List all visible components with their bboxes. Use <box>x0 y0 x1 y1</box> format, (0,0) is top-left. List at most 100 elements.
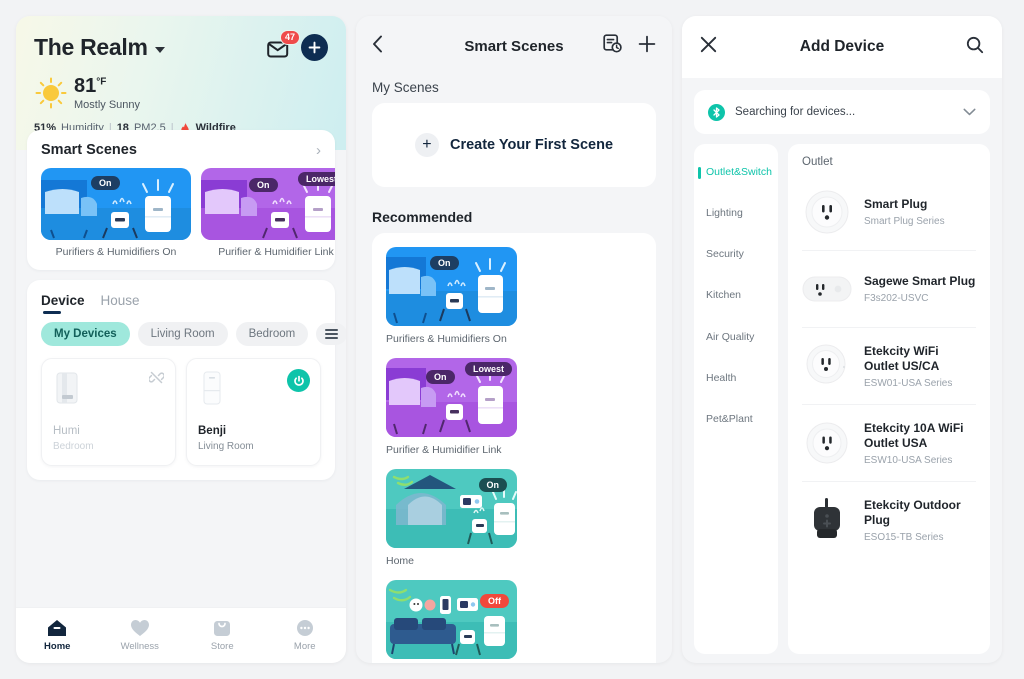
chevron-right-icon[interactable]: › <box>316 143 321 158</box>
round-outlet-icon <box>802 341 852 391</box>
outdoor-plug-icon <box>802 495 852 545</box>
search-status-text: Searching for devices... <box>735 106 856 118</box>
chevron-down-icon[interactable] <box>154 47 165 53</box>
product-text: Etekcity 10A WiFi Outlet USA ESW10-USA S… <box>864 421 976 466</box>
scenes-header-actions <box>603 34 656 58</box>
add-scene-button[interactable] <box>638 35 656 58</box>
scene-badge: On <box>478 478 507 492</box>
product-series: ESW01-USA Series <box>864 377 953 389</box>
category-air-quality[interactable]: Air Quality <box>694 317 778 358</box>
add-button[interactable] <box>301 34 328 61</box>
room-filter-chips[interactable]: My Devices Living Room Bedroom <box>27 314 346 346</box>
device-tile-benji[interactable]: Benji Living Room <box>186 358 321 466</box>
device-name: Humi <box>53 425 80 437</box>
scene-label: Purifiers & Humidifiers On <box>55 246 177 258</box>
recommended-scene[interactable]: On Home <box>386 469 517 567</box>
category-kitchen[interactable]: Kitchen <box>694 275 778 316</box>
smart-scenes-card[interactable]: Smart Scenes › On Purifiers & Humidifier… <box>27 130 335 270</box>
tab-home[interactable]: Home <box>16 619 99 652</box>
temp-unit: °F <box>96 76 107 88</box>
smart-scenes-card-head[interactable]: Smart Scenes › <box>27 142 335 168</box>
home-title-row: The Realm 47 <box>34 29 328 61</box>
home-panel: The Realm 47 81°F Mostly Sunny 51% Humid… <box>16 16 346 663</box>
product-text: Etekcity WiFi Outlet US/CA ESW01-USA Ser… <box>864 344 976 389</box>
chip-my-devices[interactable]: My Devices <box>41 322 130 346</box>
category-outlet-switch[interactable]: Outlet&Switch <box>694 152 778 193</box>
create-scene-row[interactable]: + Create Your First Scene <box>372 103 656 187</box>
product-row[interactable]: Etekcity WiFi Outlet US/CA ESW01-USA Ser… <box>802 328 976 405</box>
category-health[interactable]: Health <box>694 358 778 399</box>
home-header-actions: 47 <box>267 29 328 61</box>
scene-badge: Off <box>480 594 509 608</box>
product-series: Smart Plug Series <box>864 216 945 227</box>
tab-house[interactable]: House <box>101 293 140 314</box>
product-name: Smart Plug <box>864 197 928 211</box>
scene-badge: On <box>426 370 455 384</box>
scene-thumbnail: Off <box>386 580 517 659</box>
scene-badge: On <box>430 256 459 270</box>
category-list[interactable]: Outlet&Switch Lighting Security Kitchen … <box>694 144 778 654</box>
category-pet-plant[interactable]: Pet&Plant <box>694 399 778 440</box>
scene-card[interactable]: On Purifiers & Humidifiers On <box>41 168 191 258</box>
smart-scenes-panel: Smart Scenes My Scenes + Create Your Fir… <box>356 16 672 663</box>
device-card: Device House My Devices Living Room Bedr… <box>27 280 346 480</box>
product-row[interactable]: Etekcity 10A WiFi Outlet USA ESW10-USA S… <box>802 405 976 482</box>
recommended-scene[interactable]: Off Away <box>386 580 517 663</box>
tab-label: Home <box>44 641 71 652</box>
mail-badge: 47 <box>279 29 300 45</box>
add-device-title: Add Device <box>799 38 885 55</box>
device-search-status[interactable]: Searching for devices... <box>694 90 990 134</box>
add-device-body: Outlet&Switch Lighting Security Kitchen … <box>682 134 1002 654</box>
tab-store[interactable]: Store <box>181 619 264 652</box>
scene-badge: On <box>249 178 278 192</box>
create-scene-card[interactable]: + Create Your First Scene <box>372 103 656 187</box>
device-name: Benji <box>198 425 227 437</box>
smart-scenes-title: Smart Scenes <box>41 142 137 158</box>
humidifier-image <box>56 372 78 404</box>
list-view-glyph <box>325 329 339 339</box>
bluetooth-icon <box>708 103 725 121</box>
home-icon <box>48 620 67 636</box>
category-security[interactable]: Security <box>694 234 778 275</box>
power-button[interactable] <box>287 369 310 392</box>
sun-icon <box>34 76 68 110</box>
product-text: Sagewe Smart Plug F3s202-USVC <box>864 274 975 304</box>
tab-device[interactable]: Device <box>41 293 85 314</box>
product-row[interactable]: Smart Plug Smart Plug Series <box>802 174 976 251</box>
tab-more[interactable]: More <box>264 619 347 652</box>
chip-bedroom[interactable]: Bedroom <box>235 322 309 346</box>
app-screenshot: The Realm 47 81°F Mostly Sunny 51% Humid… <box>0 0 1024 679</box>
weather-summary[interactable]: 81°F Mostly Sunny <box>34 75 328 111</box>
chevron-left-icon[interactable] <box>372 35 383 57</box>
my-scenes-label: My Scenes <box>372 80 439 95</box>
product-row[interactable]: Etekcity Outdoor Plug ESO15-TB Series <box>802 482 976 558</box>
chip-living-room[interactable]: Living Room <box>137 322 228 346</box>
round-outlet-icon <box>802 418 852 468</box>
scene-log-icon[interactable] <box>603 34 622 58</box>
recommended-scene[interactable]: On Purifiers & Humidifiers On <box>386 247 517 345</box>
scene-badge: On <box>91 176 120 190</box>
scene-card[interactable]: On Lowest Purifier & Humidifier Link <box>201 168 335 258</box>
device-tabs[interactable]: Device House <box>27 293 335 314</box>
product-row[interactable]: Sagewe Smart Plug F3s202-USVC <box>802 251 976 328</box>
recommended-card: On Purifiers & Humidifiers On On Lowest … <box>372 233 656 663</box>
tab-label: Wellness <box>120 641 159 652</box>
scene-thumbnail: On <box>386 247 517 326</box>
smart-scenes-strip[interactable]: On Purifiers & Humidifiers On On Lowest … <box>27 168 335 258</box>
temp-number: 81 <box>74 75 97 97</box>
list-view-icon[interactable] <box>316 323 346 345</box>
search-button[interactable] <box>966 36 984 59</box>
product-series: ESO15-TB Series <box>864 531 944 543</box>
recommended-grid: On Purifiers & Humidifiers On On Lowest … <box>386 247 642 663</box>
product-text: Smart Plug Smart Plug Series <box>864 197 945 227</box>
bottom-tabbar[interactable]: Home Wellness Store More <box>16 607 346 663</box>
weather-condition: Mostly Sunny <box>74 99 141 111</box>
mail-button[interactable]: 47 <box>267 29 300 59</box>
recommended-scene[interactable]: On Lowest Purifier & Humidifier Link <box>386 358 517 456</box>
bag-icon <box>214 621 231 636</box>
device-tile-humi[interactable]: Humi Bedroom <box>41 358 176 466</box>
chevron-down-icon[interactable] <box>963 105 976 119</box>
product-name: Etekcity WiFi Outlet US/CA <box>864 343 940 373</box>
tab-wellness[interactable]: Wellness <box>99 619 182 652</box>
category-lighting[interactable]: Lighting <box>694 193 778 234</box>
